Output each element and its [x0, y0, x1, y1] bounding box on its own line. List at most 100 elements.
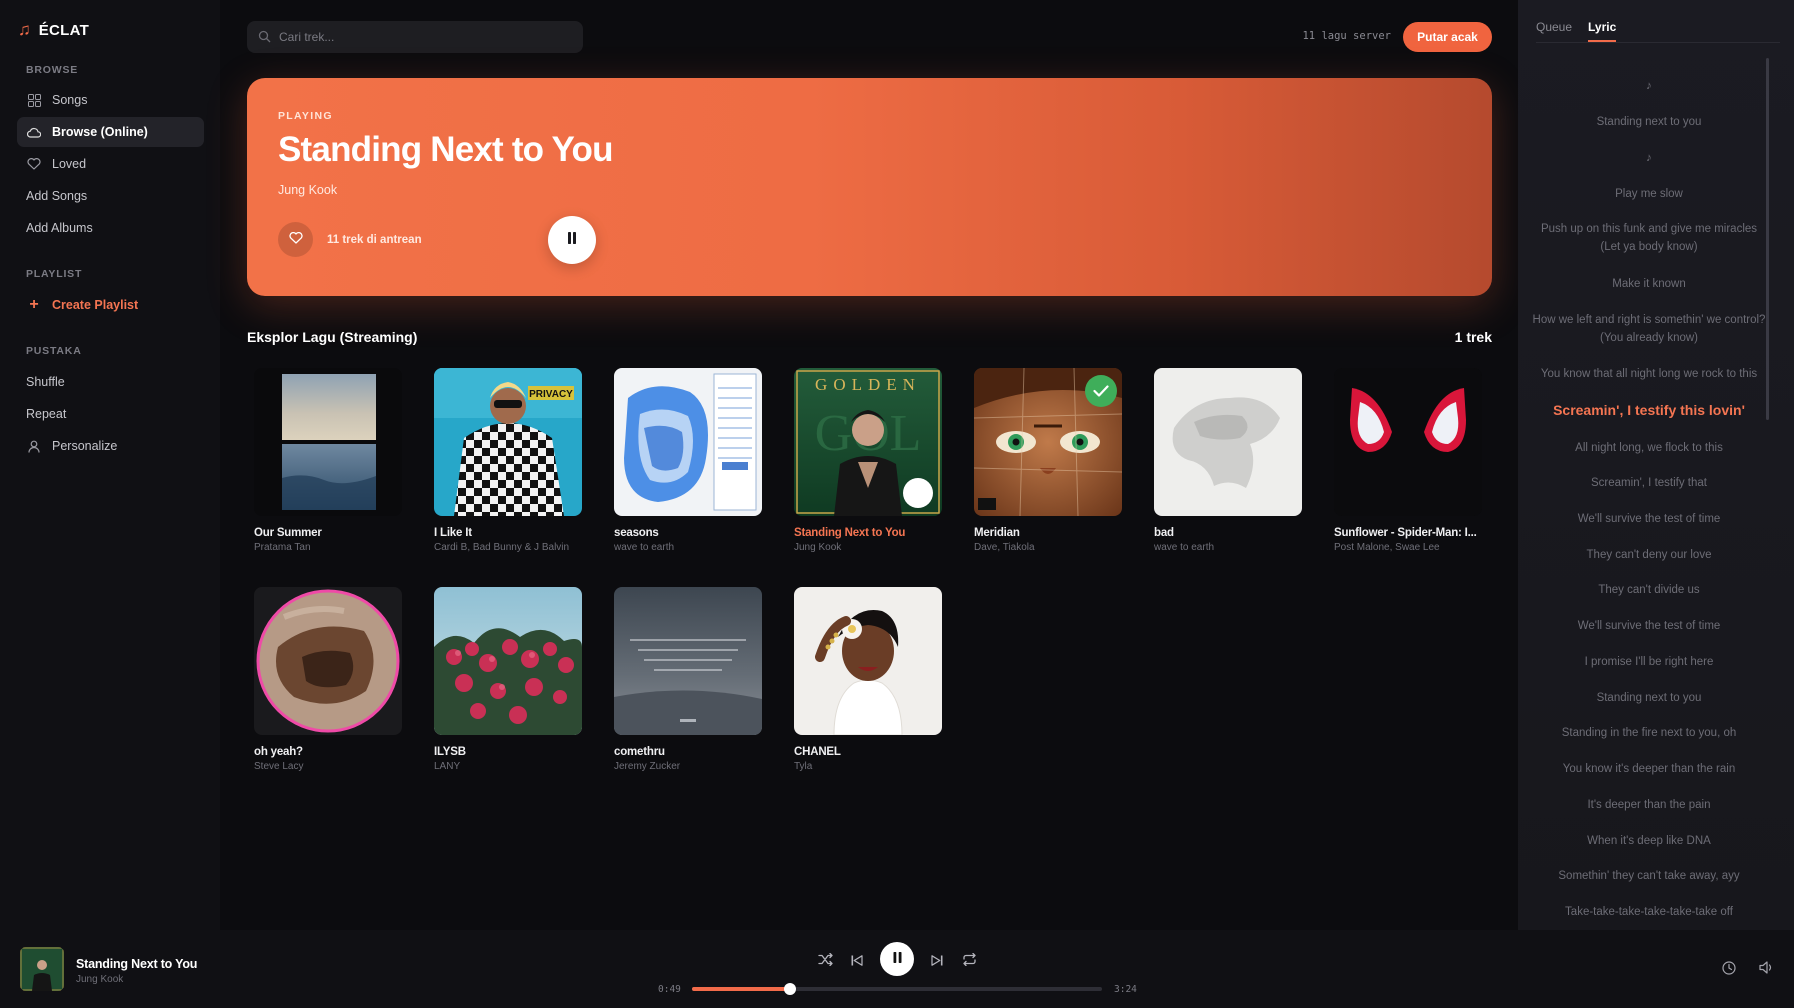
track-artist: wave to earth — [614, 542, 675, 553]
lyric-line: Standing next to you — [1596, 692, 1702, 704]
sidebar-item-loved[interactable]: Loved — [17, 149, 204, 179]
sidebar-item-label: Browse (Online) — [52, 125, 148, 139]
lyric-line: When it's deep like DNA — [1587, 835, 1711, 847]
sidebar-item-add-songs[interactable]: Add Songs — [17, 181, 204, 211]
lyric-line: We'll survive the test of time — [1577, 513, 1721, 525]
panel-tabs: Queue Lyric — [1536, 20, 1617, 42]
track-card[interactable]: CHANEL Tyla — [794, 587, 943, 772]
album-art — [794, 587, 942, 735]
progress-handle[interactable] — [784, 983, 797, 995]
track-artist: Tyla — [794, 761, 813, 772]
search-box[interactable] — [247, 21, 583, 53]
track-artist: LANY — [434, 761, 461, 772]
now-playing-title[interactable]: Standing Next to You — [76, 957, 197, 971]
lyric-current-line: Screamin', I testify this lovin' — [1553, 402, 1745, 418]
lyric-line: Take-take-take-take-take-take off — [1565, 906, 1733, 918]
sidebar-item-shuffle[interactable]: Shuffle — [17, 367, 204, 397]
duration-time: 3:24 — [1114, 984, 1137, 995]
track-card[interactable]: Sunflower - Spider-Man: I... Post Malone… — [1334, 368, 1483, 553]
grid-icon — [26, 93, 42, 107]
lyric-line: ♪ — [1646, 152, 1652, 164]
track-title: ILYSB — [434, 746, 466, 758]
track-card[interactable]: bad wave to earth — [1154, 368, 1303, 553]
lyric-line: Somethin' they can't take away, ayy — [1558, 870, 1740, 882]
lyric-line: They can't divide us — [1598, 584, 1700, 596]
create-playlist-label: Create Playlist — [52, 298, 139, 312]
track-title: seasons — [614, 527, 659, 539]
track-card[interactable]: GOLDEN GOL Standing Next to You Jung Koo… — [794, 368, 943, 553]
track-title: Sunflower - Spider-Man: I... — [1334, 527, 1477, 539]
heart-icon — [26, 158, 42, 170]
track-artist: Jung Kook — [794, 542, 842, 553]
repeat-button[interactable] — [957, 950, 981, 974]
sidebar-item-personalize[interactable]: Personalize — [17, 431, 204, 461]
sidebar-item-label: Shuffle — [26, 375, 65, 389]
track-card[interactable]: PRIVACY I Like It Cardi B, Bad Bunny & J… — [434, 368, 583, 553]
search-icon — [258, 30, 271, 48]
lyric-line: How we left and right is somethin' we co… — [1532, 314, 1766, 344]
love-button[interactable] — [278, 222, 313, 257]
track-artist: Dave, Tiakola — [974, 542, 1035, 553]
now-playing-thumbnail[interactable] — [20, 947, 64, 991]
album-art — [434, 587, 582, 735]
sleep-timer-button[interactable] — [1719, 960, 1739, 980]
sidebar-item-label: Songs — [52, 93, 88, 107]
search-input[interactable] — [279, 30, 583, 44]
track-card[interactable]: oh yeah? Steve Lacy — [254, 587, 403, 772]
tab-queue[interactable]: Queue — [1536, 20, 1572, 42]
elapsed-time: 0:49 — [658, 984, 681, 995]
progress-slider[interactable] — [692, 983, 1102, 995]
progress-fill — [692, 987, 791, 991]
album-art — [254, 368, 402, 516]
lyric-line: They can't deny our love — [1586, 549, 1712, 561]
album-art — [1334, 368, 1482, 516]
lyric-line: Make it known — [1612, 278, 1686, 290]
next-button[interactable] — [925, 950, 949, 974]
track-title: Our Summer — [254, 527, 322, 539]
lyric-line: Play me slow — [1615, 188, 1683, 200]
skip-back-icon — [851, 953, 863, 971]
track-title: oh yeah? — [254, 746, 303, 758]
track-card[interactable]: Our Summer Pratama Tan — [254, 368, 403, 553]
track-title: Standing Next to You — [794, 527, 906, 539]
plus-icon: + — [29, 296, 39, 313]
sidebar-item-repeat[interactable]: Repeat — [17, 399, 204, 429]
track-card[interactable]: comethru Jeremy Zucker — [614, 587, 763, 772]
lyric-line: Push up on this funk and give me miracle… — [1540, 223, 1758, 253]
sidebar-item-songs[interactable]: Songs — [17, 85, 204, 115]
svg-text:PRIVACY: PRIVACY — [529, 389, 573, 400]
tab-lyric[interactable]: Lyric — [1588, 20, 1617, 42]
now-playing-artist[interactable]: Jung Kook — [76, 974, 123, 985]
create-playlist-button[interactable]: + Create Playlist — [17, 290, 204, 320]
track-artist: Pratama Tan — [254, 542, 311, 553]
track-artist: Steve Lacy — [254, 761, 304, 772]
track-card[interactable]: Meridian Dave, Tiakola — [974, 368, 1123, 553]
shuffle-button[interactable] — [813, 950, 837, 974]
track-card[interactable]: seasons wave to earth — [614, 368, 763, 553]
svg-text:GOLDEN: GOLDEN — [815, 375, 921, 394]
play-pause-button[interactable] — [880, 942, 914, 976]
hero-pause-button[interactable] — [548, 216, 596, 264]
playing-indicator — [903, 478, 933, 508]
heart-icon — [288, 231, 303, 249]
previous-button[interactable] — [845, 950, 869, 974]
lyric-line: All night long, we flock to this — [1575, 442, 1723, 454]
hero-track-artist: Jung Kook — [278, 183, 338, 197]
volume-button[interactable] — [1756, 960, 1776, 980]
track-title: Meridian — [974, 527, 1020, 539]
brand[interactable]: ♫ ÉCLAT — [18, 20, 89, 40]
album-art — [614, 368, 762, 516]
lyric-line: Standing in the fire next to you, oh — [1561, 727, 1737, 739]
downloaded-check-icon — [1085, 375, 1117, 407]
clock-icon — [1722, 960, 1736, 980]
sidebar: ♫ ÉCLAT BROWSE Songs Browse (Online) Lov… — [0, 0, 220, 930]
shuffle-play-button[interactable]: Putar acak — [1403, 22, 1492, 52]
section-track-count: 1 trek — [1454, 329, 1492, 345]
lyric-line: I promise I'll be right here — [1584, 656, 1714, 668]
track-card[interactable]: ILYSB LANY — [434, 587, 583, 772]
lyric-line: Standing next to you — [1596, 116, 1702, 128]
lyrics-scrollbar[interactable] — [1766, 58, 1769, 420]
sidebar-item-label: Repeat — [26, 407, 67, 421]
sidebar-item-add-albums[interactable]: Add Albums — [17, 213, 204, 243]
sidebar-item-browse-online[interactable]: Browse (Online) — [17, 117, 204, 147]
